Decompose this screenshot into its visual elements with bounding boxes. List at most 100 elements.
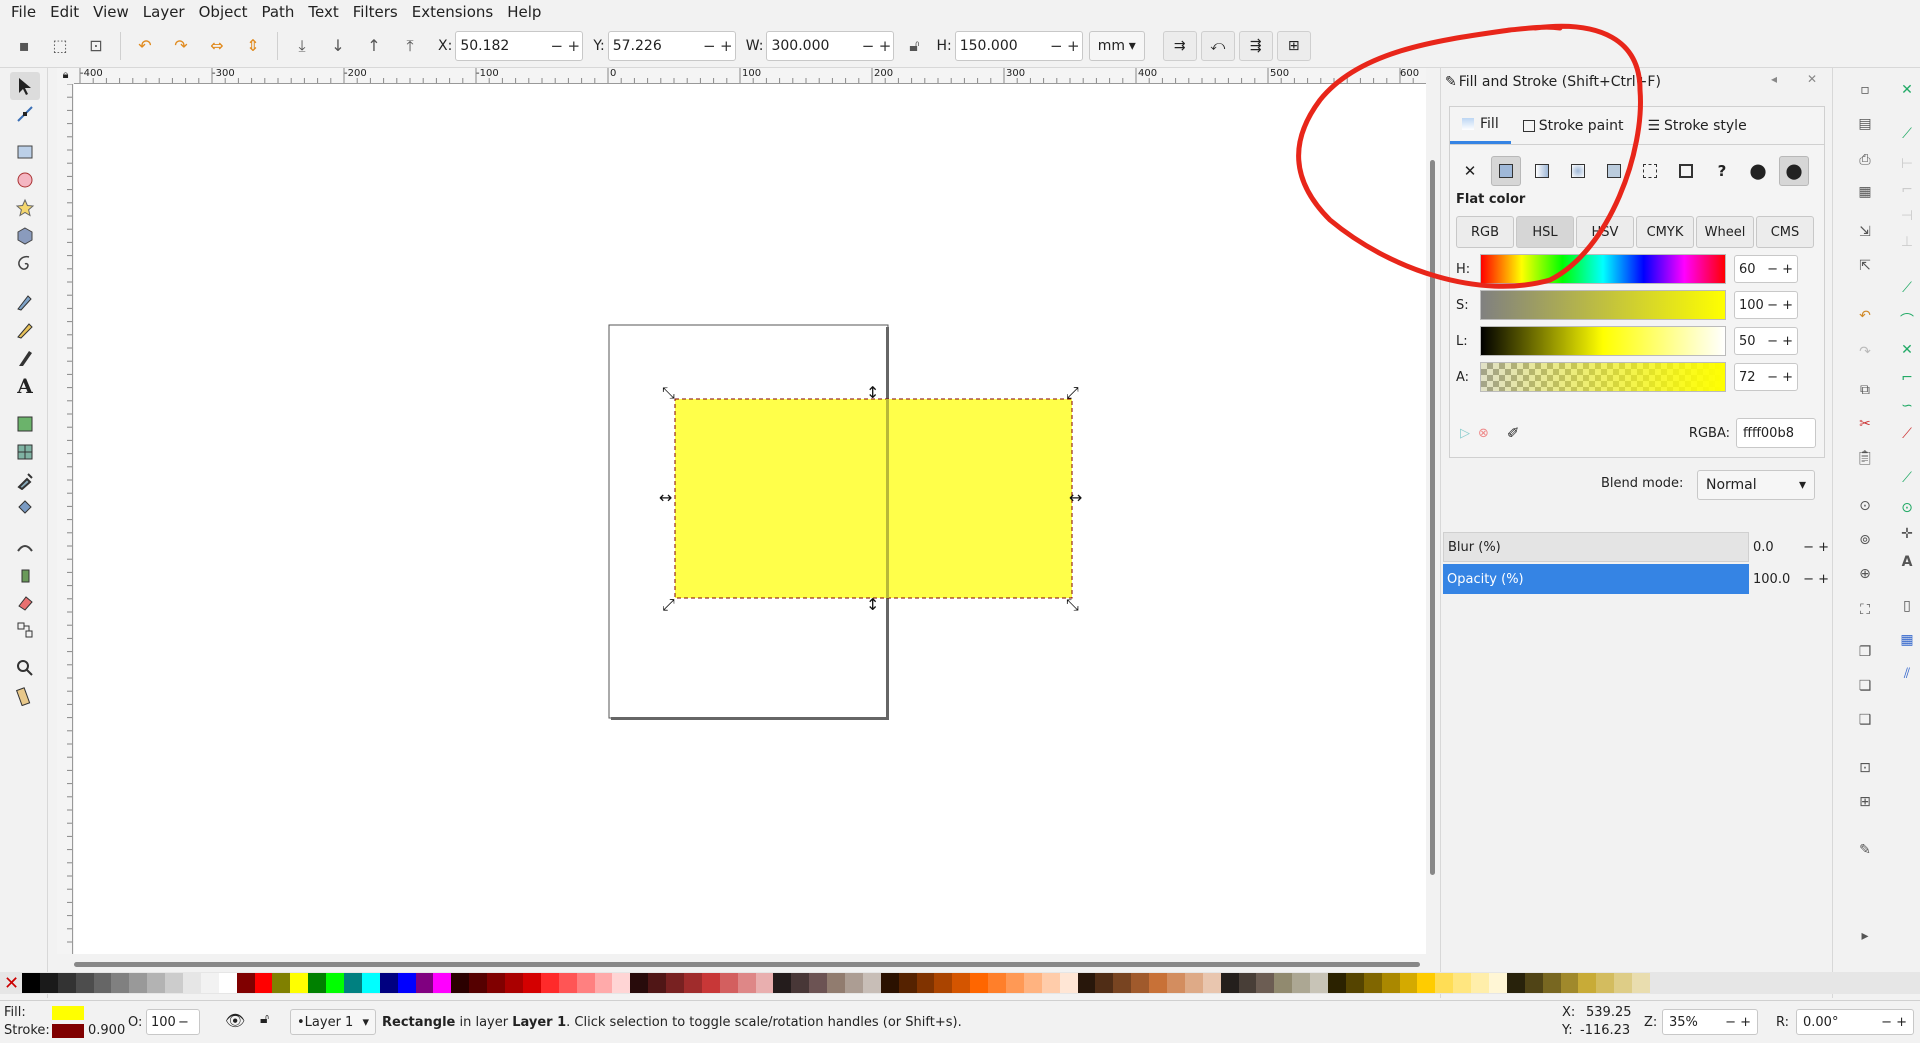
color-swatch[interactable]	[1220, 973, 1239, 993]
minus-icon[interactable]: −	[859, 37, 876, 55]
pencil-tool-icon[interactable]	[10, 316, 40, 344]
color-swatch[interactable]	[1202, 973, 1221, 993]
pen-tool-icon[interactable]	[10, 288, 40, 316]
horizontal-scrollbar[interactable]	[74, 954, 1440, 972]
selected-rectangle[interactable]	[674, 398, 1073, 599]
print-icon[interactable]: ▦	[1853, 180, 1877, 204]
minus-plus-icon[interactable]: − +	[1881, 1015, 1907, 1030]
minus-icon[interactable]: −	[1048, 37, 1065, 55]
color-swatch[interactable]	[361, 973, 380, 993]
menu-file[interactable]: File	[4, 0, 43, 24]
snap-bbox-center-icon[interactable]: ⊥	[1895, 230, 1919, 254]
close-icon[interactable]: ✕	[1807, 72, 1817, 86]
snap-paths-icon[interactable]: ⌒	[1895, 308, 1919, 332]
horizontal-scrollbar-thumb[interactable]	[74, 962, 1420, 967]
cut-icon[interactable]: ✂	[1853, 412, 1877, 436]
color-swatch[interactable]	[988, 973, 1006, 993]
color-swatch[interactable]	[254, 973, 273, 993]
menu-layer[interactable]: Layer	[136, 0, 192, 24]
color-swatch[interactable]	[451, 973, 470, 993]
rgba-input[interactable]: ffff00b8	[1736, 418, 1816, 448]
dropper-tool-icon[interactable]	[10, 466, 40, 494]
paint-bucket-tool-icon[interactable]	[10, 494, 40, 522]
mode-cmyk[interactable]: CMYK	[1636, 216, 1694, 248]
color-swatch[interactable]	[1435, 973, 1454, 993]
color-swatch[interactable]	[1345, 973, 1364, 993]
lower-to-bottom-icon[interactable]: ⤓	[288, 32, 316, 60]
color-swatch[interactable]	[1149, 973, 1167, 993]
color-swatch[interactable]	[344, 973, 362, 993]
color-swatch[interactable]	[737, 973, 756, 993]
tab-stroke-style[interactable]: ☰ Stroke style	[1635, 108, 1758, 144]
plus-icon[interactable]: +	[876, 37, 893, 55]
stroke-indicator-swatch[interactable]	[52, 1024, 84, 1038]
vertical-scrollbar[interactable]	[1426, 68, 1440, 958]
snap-grids-icon[interactable]: ▦	[1895, 628, 1919, 652]
scale-handle-nw-icon[interactable]: ⤡	[662, 383, 675, 402]
color-swatch[interactable]	[433, 973, 452, 993]
color-swatch[interactable]	[1614, 973, 1633, 993]
color-swatch[interactable]	[57, 973, 76, 993]
unlink-clone-icon[interactable]: ❑	[1853, 708, 1877, 732]
color-swatch[interactable]	[397, 973, 416, 993]
zoom-input[interactable]: 35% − +	[1662, 1009, 1758, 1035]
text-tool-icon[interactable]: A	[10, 372, 40, 400]
copy-icon[interactable]: ⧉	[1853, 378, 1877, 402]
clone-icon[interactable]: ❏	[1853, 674, 1877, 698]
blend-mode-select[interactable]: Normal ▾	[1697, 470, 1815, 500]
mesh-tool-icon[interactable]	[10, 438, 40, 466]
calligraphy-tool-icon[interactable]	[10, 344, 40, 372]
snap-bbox-icon[interactable]: ⟋	[1895, 122, 1919, 146]
measure-tool-icon[interactable]	[10, 682, 40, 710]
color-swatch[interactable]	[111, 973, 130, 993]
color-swatch[interactable]	[1399, 973, 1418, 993]
color-swatch[interactable]	[558, 973, 577, 993]
minus-plus-icon[interactable]: −	[178, 1015, 189, 1030]
color-swatch[interactable]	[1524, 973, 1543, 993]
color-swatch[interactable]	[1363, 973, 1382, 993]
move-gradients-icon[interactable]: ⇶	[1238, 30, 1273, 61]
hue-input[interactable]: 60 − +	[1734, 255, 1798, 283]
color-swatch[interactable]	[290, 973, 309, 993]
ungroup-icon[interactable]: ⊞	[1853, 790, 1877, 814]
scale-handle-sw-icon[interactable]: ⤢	[662, 595, 675, 614]
color-swatch[interactable]	[880, 973, 899, 993]
no-color-swatch-icon[interactable]: ✕	[4, 973, 22, 994]
linear-gradient-icon[interactable]	[1527, 156, 1557, 186]
hue-value[interactable]: 60	[1739, 262, 1756, 277]
lock-guides-icon[interactable]: 🔒︎	[57, 68, 74, 84]
gradient-tool-icon[interactable]	[10, 410, 40, 438]
lower-icon[interactable]: ↓	[324, 32, 352, 60]
scale-handle-w-icon[interactable]: ↔	[659, 488, 672, 507]
color-swatch[interactable]	[1059, 973, 1078, 993]
menu-extensions[interactable]: Extensions	[405, 0, 500, 24]
color-swatch[interactable]	[147, 973, 166, 993]
color-swatch[interactable]	[165, 973, 184, 993]
zoom-selection-icon[interactable]: ⊙	[1853, 494, 1877, 518]
flip-vertical-icon[interactable]: ⇕	[239, 32, 267, 60]
lightness-slider[interactable]	[1480, 326, 1726, 356]
color-swatch[interactable]	[469, 973, 488, 993]
color-swatch[interactable]	[39, 973, 58, 993]
color-swatch[interactable]	[487, 973, 506, 993]
color-swatch[interactable]	[630, 973, 649, 993]
scale-handle-ne-icon[interactable]: ⤢	[1066, 383, 1079, 402]
saturation-slider[interactable]	[1480, 290, 1726, 320]
minus-icon[interactable]: − +	[1767, 262, 1793, 277]
minus-icon[interactable]: −	[548, 37, 565, 55]
color-swatch[interactable]	[612, 973, 631, 993]
swatch-icon[interactable]	[1671, 156, 1701, 186]
color-swatch[interactable]	[862, 973, 881, 993]
color-swatch[interactable]	[701, 973, 720, 993]
raise-to-top-icon[interactable]: ⤒	[396, 32, 424, 60]
snap-bbox-corner-icon[interactable]: ⌐	[1895, 178, 1919, 202]
color-swatch[interactable]	[522, 973, 541, 993]
color-swatch[interactable]	[594, 973, 613, 993]
color-swatch[interactable]	[809, 973, 828, 993]
color-swatch[interactable]	[308, 973, 327, 993]
color-swatch[interactable]	[844, 973, 863, 993]
mesh-gradient-icon[interactable]	[1599, 156, 1629, 186]
tab-stroke-paint[interactable]: Stroke paint	[1511, 108, 1636, 144]
color-swatch[interactable]	[540, 973, 559, 993]
w-input[interactable]: 300.000 − +	[766, 30, 895, 61]
